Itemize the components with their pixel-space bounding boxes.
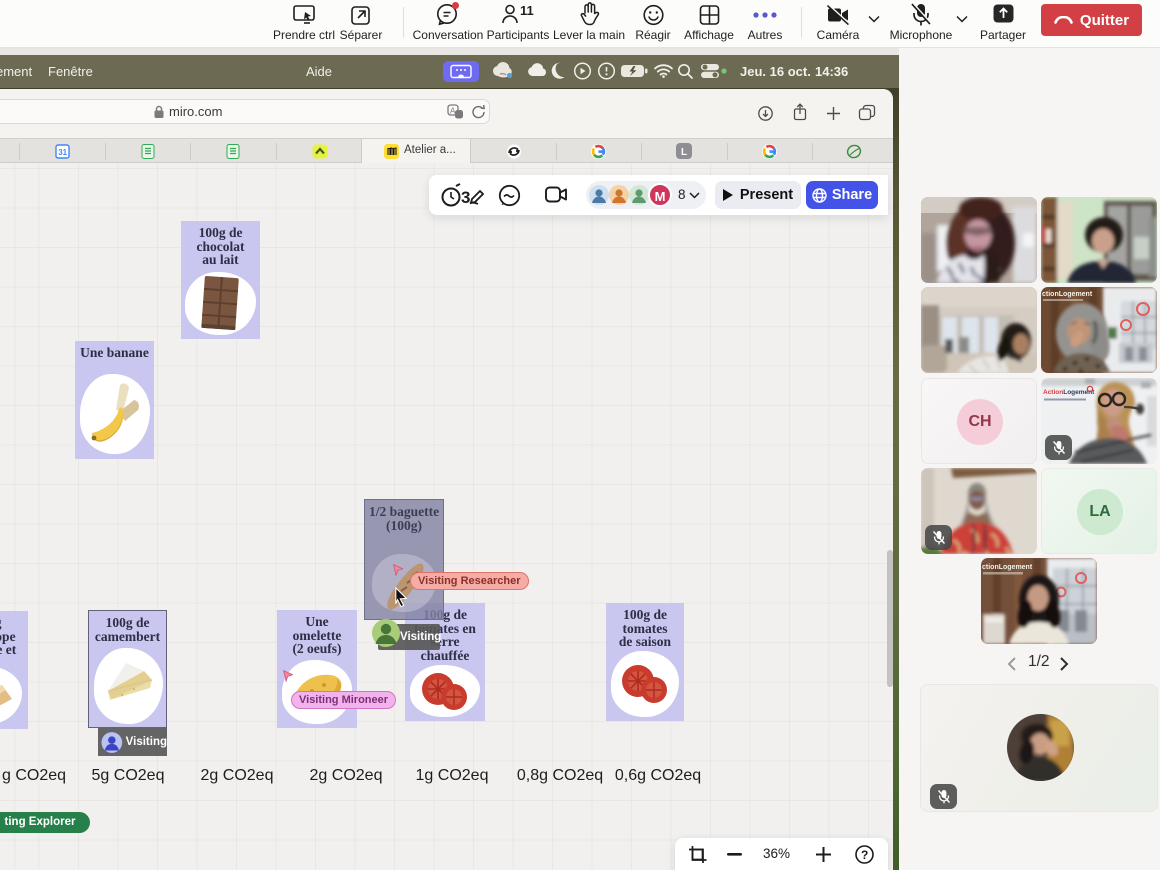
svg-text:11: 11	[520, 3, 534, 18]
svg-text:ctionLogement: ctionLogement	[982, 564, 1033, 571]
svg-text:L: L	[681, 147, 687, 158]
svg-text:3: 3	[461, 188, 470, 207]
svg-text:31: 31	[58, 148, 67, 157]
svg-text:?: ?	[861, 848, 868, 862]
svg-text:ctionLogement: ctionLogement	[1042, 291, 1093, 298]
